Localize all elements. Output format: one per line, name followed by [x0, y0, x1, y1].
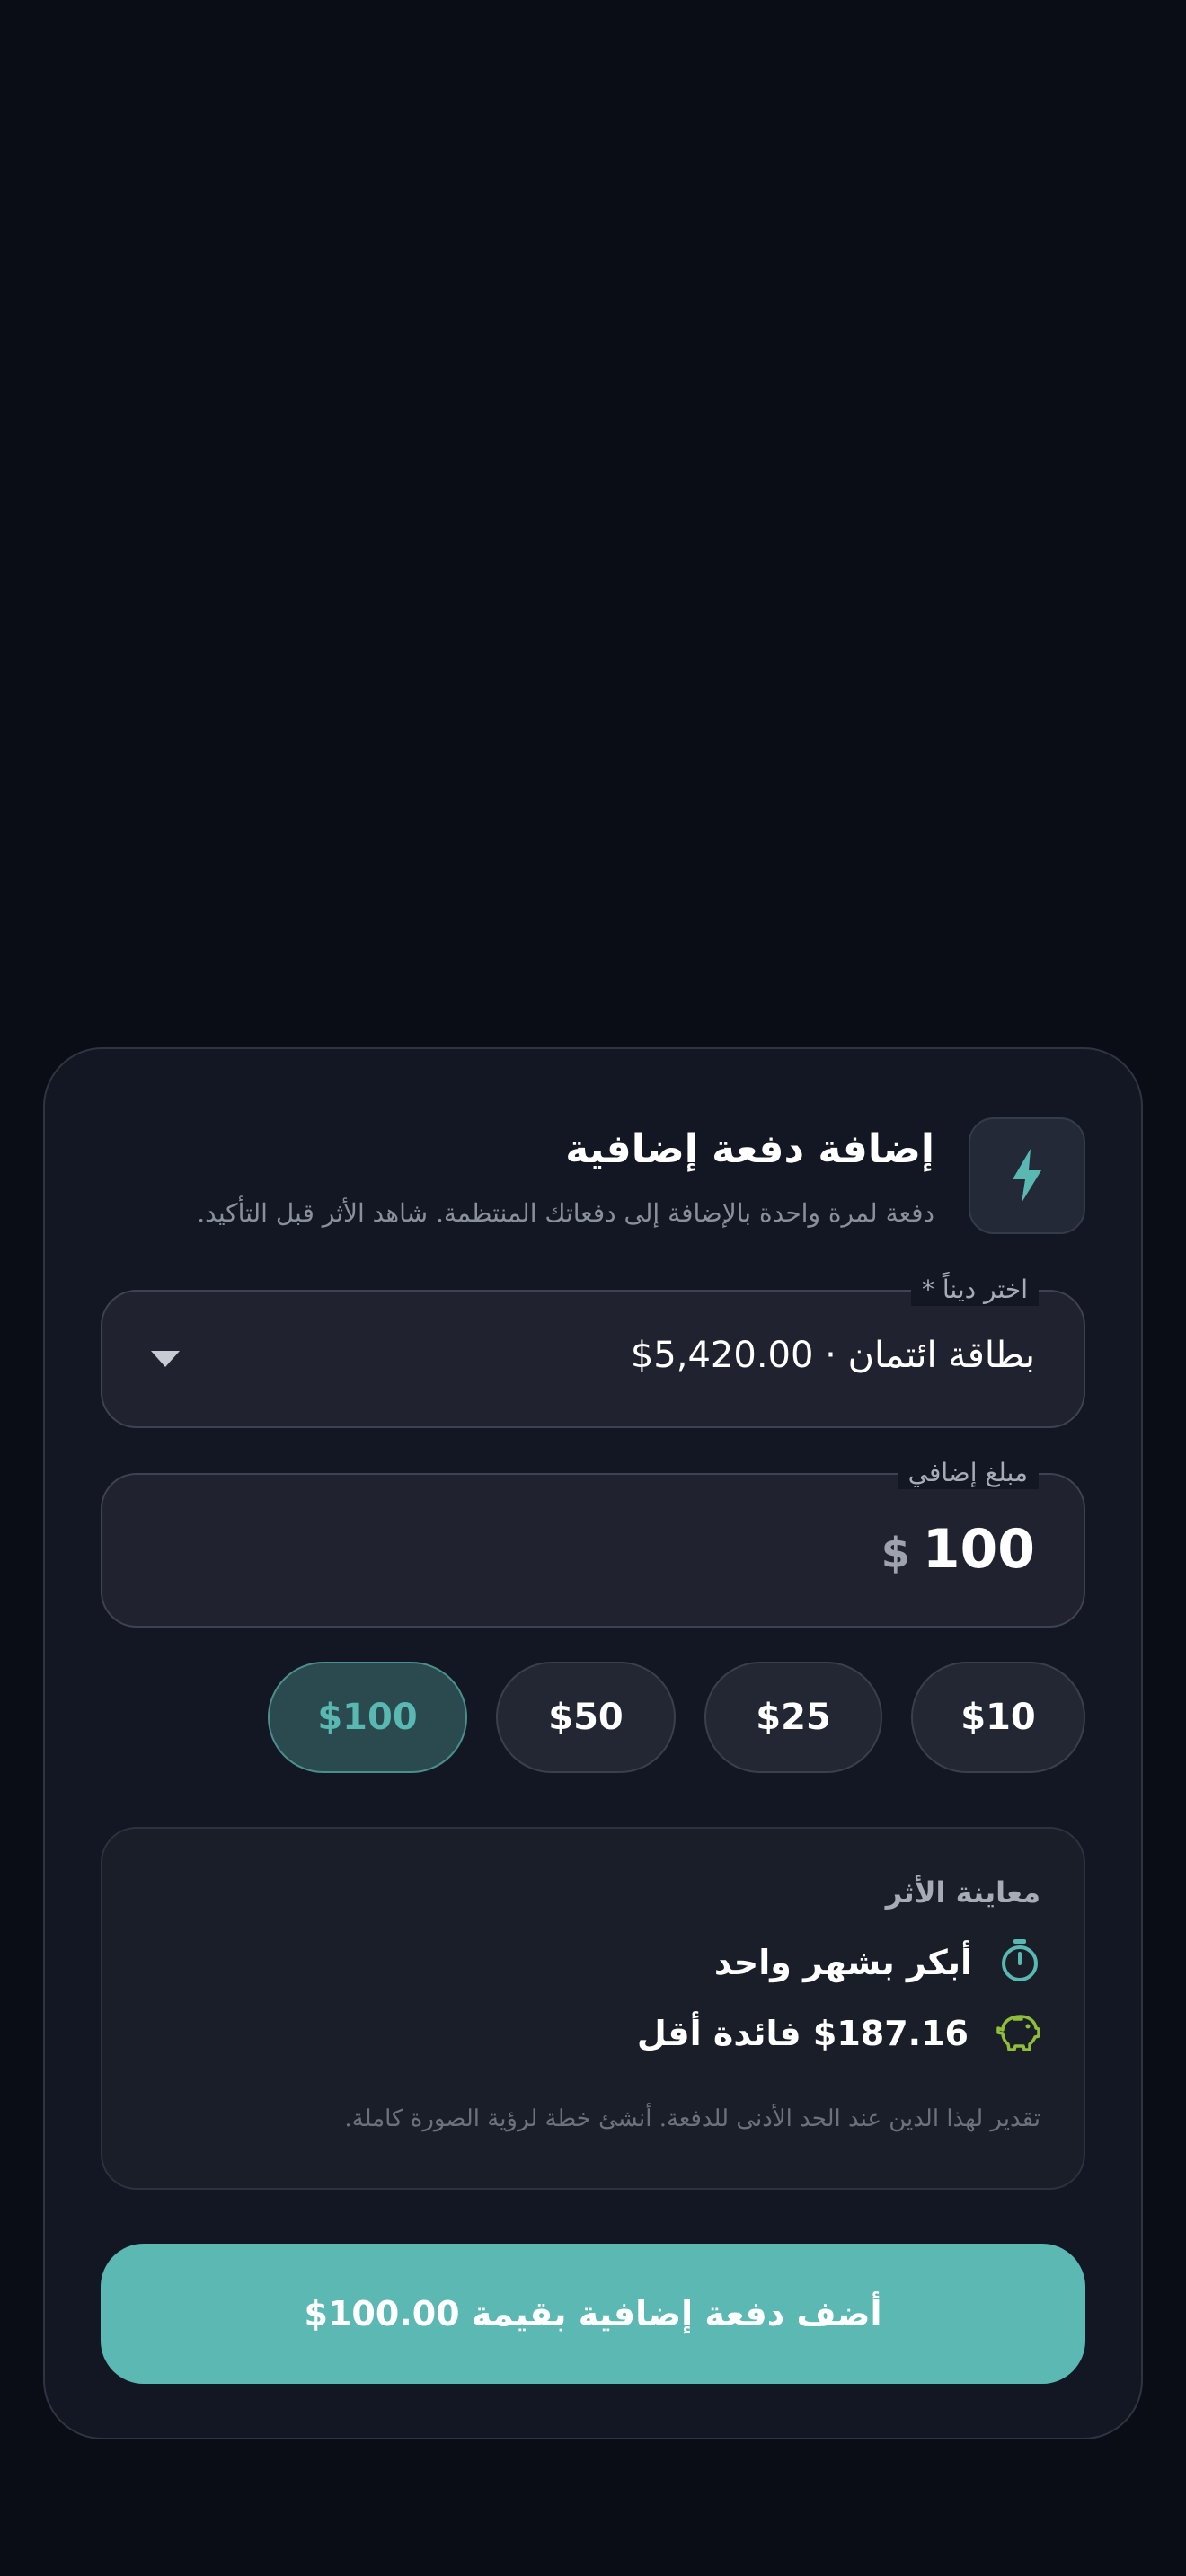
piggy-bank-icon	[996, 2012, 1040, 2055]
debt-select-value: بطاقة ائتمان · ‎$5,420.00	[630, 1335, 1035, 1376]
sheet-subtitle: دفعة لمرة واحدة بالإضافة إلى دفعاتك المن…	[197, 1198, 934, 1228]
extra-amount-input[interactable]: $ 100	[881, 1518, 1035, 1581]
extra-amount-label: مبلغ إضافي	[897, 1457, 1039, 1489]
sheet-header: إضافة دفعة إضافية دفعة لمرة واحدة بالإضا…	[101, 1117, 1085, 1236]
currency-symbol: $	[881, 1529, 910, 1577]
extra-amount-value: 100	[922, 1518, 1035, 1581]
quick-amount-chip-25[interactable]: $25	[704, 1662, 882, 1773]
extra-amount-field[interactable]: مبلغ إضافي $ 100	[101, 1457, 1085, 1628]
impact-preview: معاينة الأثر أبكر بشهر واحد $187.16 فائد…	[101, 1827, 1085, 2190]
lightning-bolt-icon	[969, 1117, 1085, 1234]
impact-note: تقدير لهذا الدين عند الحد الأدنى للدفعة.…	[344, 2105, 1040, 2132]
quick-amount-chip-50[interactable]: $50	[496, 1662, 676, 1773]
quick-amount-chip-10[interactable]: $10	[911, 1662, 1085, 1773]
sheet-title: إضافة دفعة إضافية	[565, 1126, 934, 1172]
quick-amount-chips: $10 $25 $50 $100	[268, 1662, 1085, 1773]
impact-interest-saved: $187.16 فائدة أقل	[636, 2014, 969, 2053]
impact-title: معاينة الأثر	[885, 1875, 1040, 1910]
quick-amount-chip-100[interactable]: $100	[268, 1662, 467, 1773]
impact-interest-row: $187.16 فائدة أقل	[637, 2012, 1040, 2055]
extra-payment-sheet: إضافة دفعة إضافية دفعة لمرة واحدة بالإضا…	[43, 1047, 1143, 2439]
debt-select[interactable]: اختر ديناً * بطاقة ائتمان · ‎$5,420.00	[101, 1274, 1085, 1428]
chevron-down-icon	[151, 1351, 180, 1367]
timer-icon	[999, 1938, 1040, 1987]
debt-select-label: اختر ديناً *	[910, 1274, 1039, 1306]
impact-time-row: أبكر بشهر واحد	[714, 1938, 1040, 1987]
impact-time-saved: أبكر بشهر واحد	[713, 1943, 972, 1982]
add-extra-payment-button[interactable]: أضف دفعة إضافية بقيمة ‎$100.00	[101, 2244, 1085, 2384]
